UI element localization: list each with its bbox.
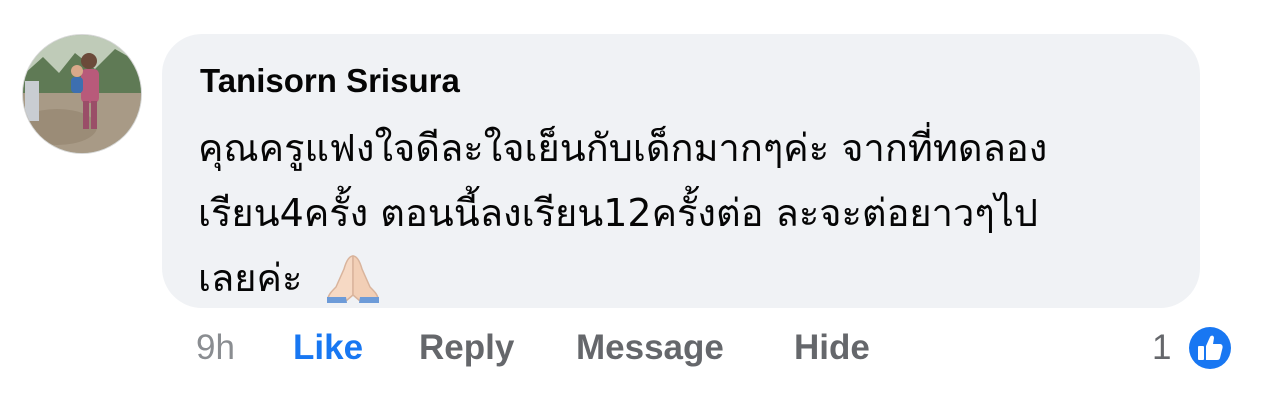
comment-text-segment: เลยค่ะ (198, 256, 303, 300)
comment-bubble: Tanisorn Srisura คุณครูแฟงใจดีละใจเย็นกั… (162, 34, 1200, 308)
comment-timestamp[interactable]: 9h (196, 328, 235, 368)
message-button[interactable]: Message (576, 328, 724, 368)
reply-button[interactable]: Reply (419, 328, 514, 368)
comment-text-line: คุณครูแฟงใจดีละใจเย็นกับเด็กมากๆค่ะ จากท… (198, 126, 1048, 170)
thumbs-up-icon[interactable] (1185, 323, 1235, 373)
avatar[interactable] (22, 34, 142, 154)
hide-button[interactable]: Hide (794, 328, 870, 368)
comment-text: คุณครูแฟงใจดีละใจเย็นกับเด็กมากๆค่ะ จากท… (198, 116, 1188, 323)
comment-text-line: เลยค่ะ (198, 246, 1188, 323)
avatar-photo-icon (23, 35, 141, 153)
comment-text-line: เรียน4ครั้ง ตอนนี้ลงเรียน12ครั้งต่อ ละจะ… (198, 191, 1038, 235)
comment-author[interactable]: Tanisorn Srisura (200, 62, 460, 100)
like-button[interactable]: Like (293, 328, 363, 368)
comment-actions: 9h Like Reply Message Hide 1 (0, 326, 1270, 376)
reaction-count[interactable]: 1 (1152, 328, 1171, 368)
comment: Tanisorn Srisura คุณครูแฟงใจดีละใจเย็นกั… (0, 0, 1270, 402)
folded-hands-icon (324, 253, 382, 323)
